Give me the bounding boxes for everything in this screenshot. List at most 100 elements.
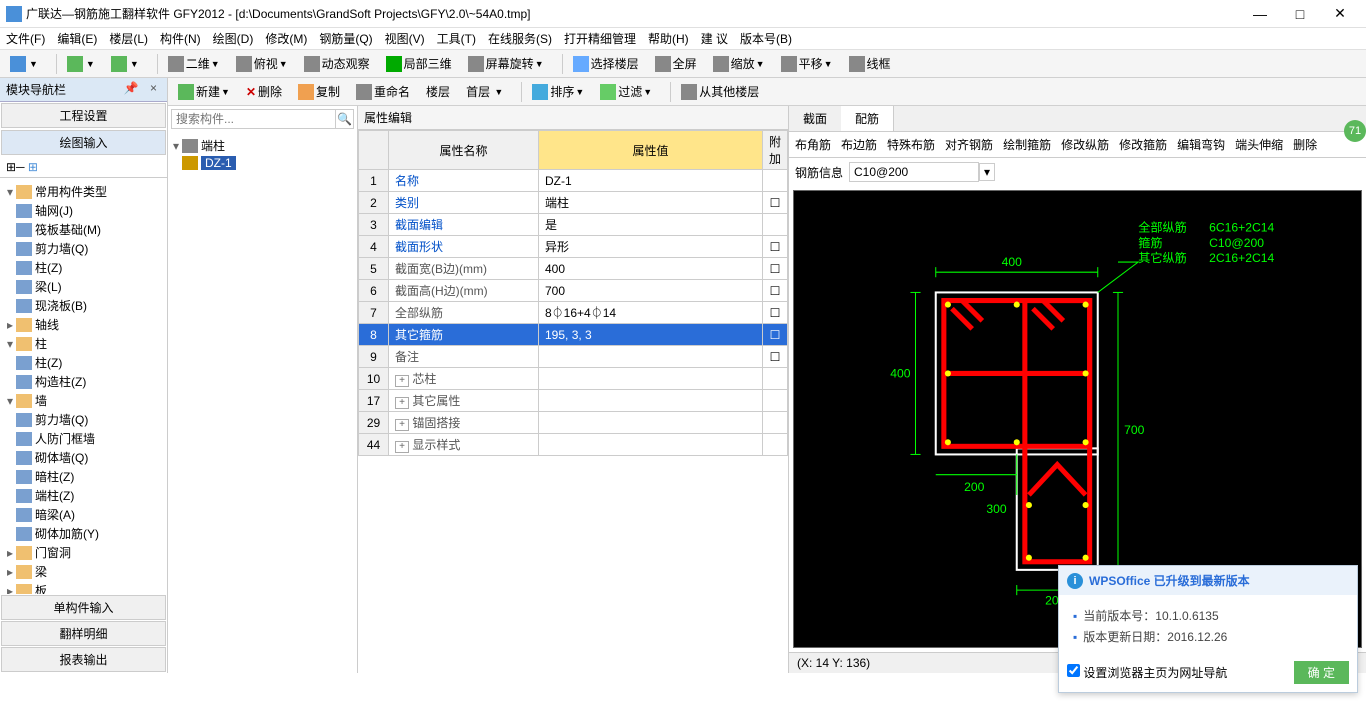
- expand-icon[interactable]: ⊞─: [6, 160, 25, 174]
- undo-icon[interactable]: ▼: [63, 54, 99, 74]
- tree-shearwall[interactable]: 剪力墙(Q): [4, 239, 163, 258]
- anim-button[interactable]: 动态观察: [300, 53, 374, 74]
- fullscreen-button[interactable]: 全屏: [651, 53, 701, 74]
- tree-beam2[interactable]: ▸梁: [4, 562, 163, 581]
- prop-row-width[interactable]: 5截面宽(B边)(mm)400☐: [359, 258, 788, 280]
- menu-element[interactable]: 构件(N): [160, 30, 201, 47]
- edit-hook-button[interactable]: 编辑弯钩: [1177, 136, 1225, 153]
- wire-button[interactable]: 线框: [845, 53, 895, 74]
- search-button[interactable]: 🔍: [336, 109, 354, 129]
- wps-checkbox[interactable]: 设置浏览器主页为网址导航: [1067, 664, 1227, 681]
- menu-tools[interactable]: 工具(T): [437, 30, 476, 47]
- special-rebar-button[interactable]: 特殊布筋: [887, 136, 935, 153]
- zoom-button[interactable]: 缩放▼: [709, 53, 769, 74]
- prop-row-anchor[interactable]: 29+ 锚固搭接: [359, 412, 788, 434]
- corner-rebar-button[interactable]: 布角筋: [795, 136, 831, 153]
- mod-long-button[interactable]: 修改纵筋: [1061, 136, 1109, 153]
- rename-button[interactable]: 重命名: [352, 81, 414, 102]
- draw-input-button[interactable]: 绘图输入: [1, 130, 166, 155]
- menu-file[interactable]: 文件(F): [6, 30, 45, 47]
- tree-column[interactable]: 柱(Z): [4, 258, 163, 277]
- save-icon[interactable]: ▼: [6, 54, 42, 74]
- menu-help[interactable]: 帮助(H): [648, 30, 689, 47]
- close-button[interactable]: ✕: [1320, 5, 1360, 22]
- info-dropdown-icon[interactable]: ▾: [979, 163, 995, 181]
- tree-col[interactable]: ▾柱: [4, 334, 163, 353]
- new-button[interactable]: 新建▼: [174, 81, 234, 102]
- pan-button[interactable]: 平移▼: [777, 53, 837, 74]
- tree-shearwall2[interactable]: 剪力墙(Q): [4, 410, 163, 429]
- tree-masonry[interactable]: 砌体墙(Q): [4, 448, 163, 467]
- tab-section[interactable]: 截面: [789, 106, 841, 131]
- tree-axis[interactable]: ▸轴线: [4, 315, 163, 334]
- menu-suggest[interactable]: 建 议: [701, 30, 728, 47]
- filter-button[interactable]: 过滤▼: [596, 81, 656, 102]
- notification-badge[interactable]: 71: [1344, 120, 1366, 142]
- prop-row-allrebar[interactable]: 7全部纵筋8⏀16+4⏀14☐: [359, 302, 788, 324]
- comp-root[interactable]: ▾端柱: [170, 136, 355, 155]
- menu-edit[interactable]: 编辑(E): [57, 30, 97, 47]
- otherfloor-button[interactable]: 从其他楼层: [677, 81, 763, 102]
- mod-stirrup-button[interactable]: 修改箍筋: [1119, 136, 1167, 153]
- edge-rebar-button[interactable]: 布边筋: [841, 136, 877, 153]
- single-input-button[interactable]: 单构件输入: [1, 595, 166, 620]
- dim-dropdown[interactable]: 二维▼: [164, 53, 224, 74]
- tab-rebar[interactable]: 配筋: [841, 106, 894, 131]
- prop-row-section-edit[interactable]: 3截面编辑是: [359, 214, 788, 236]
- firstfloor-dropdown[interactable]: 首层 ▼: [462, 81, 507, 102]
- menu-modify[interactable]: 修改(M): [265, 30, 307, 47]
- wps-ok-button[interactable]: 确 定: [1294, 661, 1349, 684]
- rotate-button[interactable]: 屏幕旋转▼: [464, 53, 548, 74]
- tree-constcol[interactable]: 构造柱(Z): [4, 372, 163, 391]
- report-button[interactable]: 报表输出: [1, 647, 166, 672]
- tree-slab2[interactable]: ▸板: [4, 581, 163, 594]
- menu-version[interactable]: 版本号(B): [740, 30, 792, 47]
- tree-axis-grid[interactable]: 轴网(J): [4, 201, 163, 220]
- local3d-button[interactable]: 局部三维: [382, 53, 456, 74]
- tree-hiddenbeam[interactable]: 暗梁(A): [4, 505, 163, 524]
- end-extend-button[interactable]: 端头伸缩: [1235, 136, 1283, 153]
- pin-close-icons[interactable]: 📌 ×: [124, 81, 161, 98]
- view-dropdown[interactable]: 俯视▼: [232, 53, 292, 74]
- redo-icon[interactable]: ▼: [107, 54, 143, 74]
- tree-endcol[interactable]: 端柱(Z): [4, 486, 163, 505]
- prop-row-type[interactable]: 2类别端柱☐: [359, 192, 788, 214]
- menu-online[interactable]: 在线服务(S): [488, 30, 552, 47]
- tree-defwall[interactable]: 人防门框墙: [4, 429, 163, 448]
- prop-row-remark[interactable]: 9备注☐: [359, 346, 788, 368]
- prop-row-name[interactable]: 1名称DZ-1: [359, 170, 788, 192]
- delete-button[interactable]: ✕删除: [242, 81, 286, 102]
- menu-draw[interactable]: 绘图(D): [213, 30, 254, 47]
- prop-row-display[interactable]: 44+ 显示样式: [359, 434, 788, 456]
- menu-view[interactable]: 视图(V): [385, 30, 425, 47]
- selfloor-button[interactable]: 选择楼层: [569, 53, 643, 74]
- prop-row-core[interactable]: 10+ 芯柱: [359, 368, 788, 390]
- menu-floor[interactable]: 楼层(L): [109, 30, 148, 47]
- menu-detail[interactable]: 打开精细管理: [564, 30, 636, 47]
- comp-item[interactable]: DZ-1: [170, 155, 355, 171]
- prop-row-height[interactable]: 6截面高(H边)(mm)700☐: [359, 280, 788, 302]
- tree-slab[interactable]: 现浇板(B): [4, 296, 163, 315]
- tree-beam[interactable]: 梁(L): [4, 277, 163, 296]
- draw-stirrup-button[interactable]: 绘制箍筋: [1003, 136, 1051, 153]
- search-input[interactable]: [171, 109, 336, 129]
- tree-wall[interactable]: ▾墙: [4, 391, 163, 410]
- detail-button[interactable]: 翻样明细: [1, 621, 166, 646]
- sort-button[interactable]: 排序▼: [528, 81, 588, 102]
- rebar-info-input[interactable]: [849, 162, 979, 182]
- minimize-button[interactable]: —: [1240, 6, 1280, 22]
- tree-common[interactable]: ▾常用构件类型: [4, 182, 163, 201]
- align-rebar-button[interactable]: 对齐钢筋: [945, 136, 993, 153]
- tree-hiddencol[interactable]: 暗柱(Z): [4, 467, 163, 486]
- tree-icon[interactable]: ⊞: [28, 160, 38, 174]
- tree-opening[interactable]: ▸门窗洞: [4, 543, 163, 562]
- prop-row-otherstirrup[interactable]: 8其它箍筋195, 3, 3☐: [359, 324, 788, 346]
- eng-settings-button[interactable]: 工程设置: [1, 103, 166, 128]
- maximize-button[interactable]: □: [1280, 6, 1320, 22]
- copy-button[interactable]: 复制: [294, 81, 344, 102]
- tree-masonry-rebar[interactable]: 砌体加筋(Y): [4, 524, 163, 543]
- menu-rebar[interactable]: 钢筋量(Q): [319, 30, 372, 47]
- prop-row-shape[interactable]: 4截面形状异形☐: [359, 236, 788, 258]
- delete-rebar-button[interactable]: 删除: [1293, 136, 1317, 153]
- prop-row-other[interactable]: 17+ 其它属性: [359, 390, 788, 412]
